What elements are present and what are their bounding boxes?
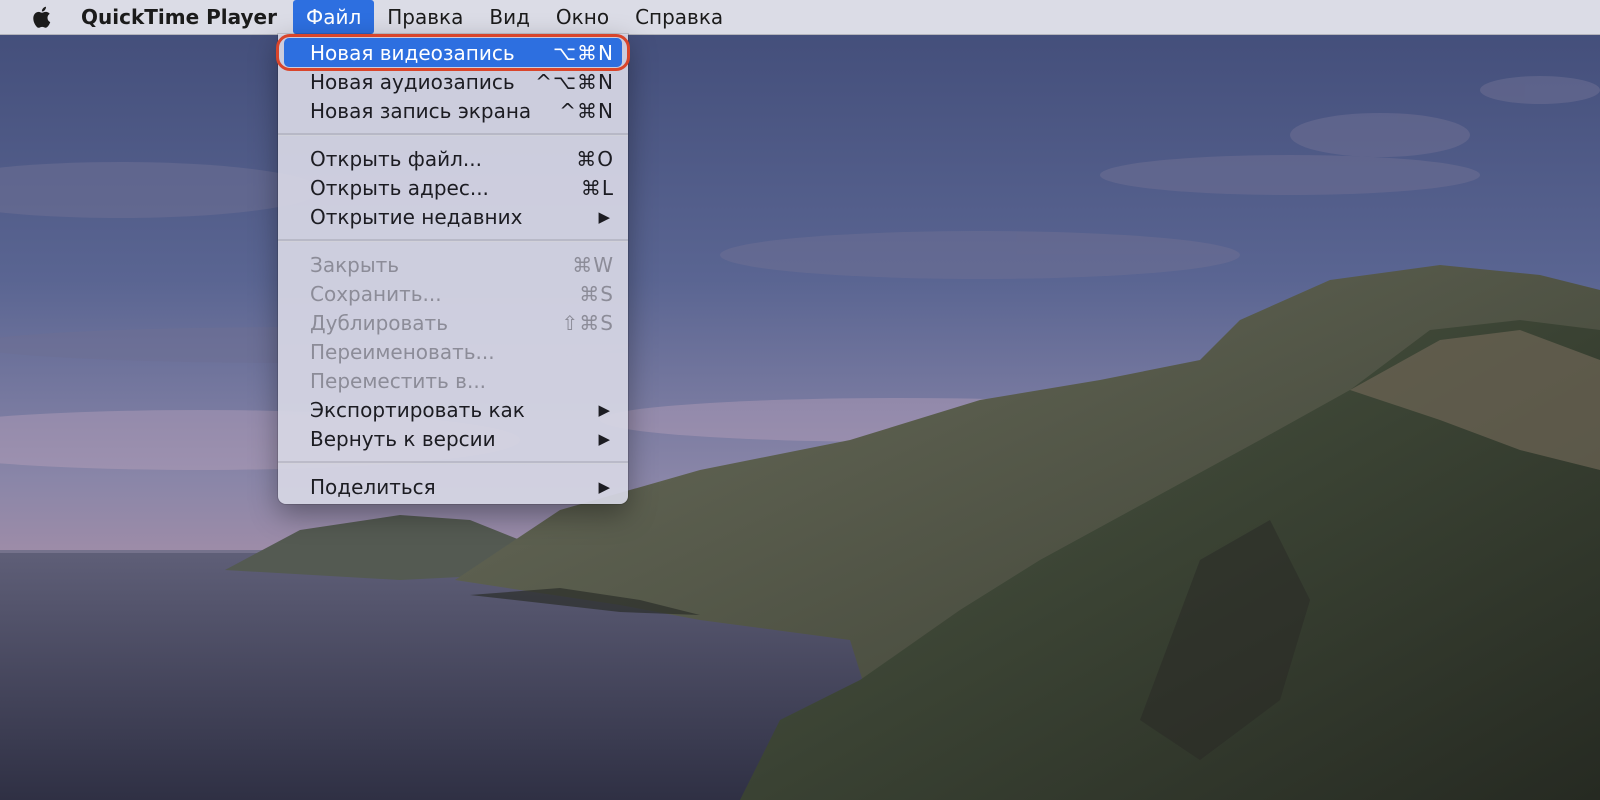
menu-item-label: Открыть файл... [310, 146, 482, 171]
chevron-right-icon: ▶ [598, 429, 610, 448]
menu-item-open-file[interactable]: Открыть файл... ⌘O [278, 144, 628, 173]
menu-item-shortcut: ^⌥⌘N [535, 69, 614, 94]
menu-separator [278, 239, 628, 242]
menu-item-label: Новая аудиозапись [310, 69, 515, 94]
app-name-menu[interactable]: QuickTime Player [77, 5, 277, 29]
chevron-right-icon: ▶ [598, 400, 610, 419]
menu-edit[interactable]: Правка [374, 0, 476, 34]
menu-item-label: Переместить в... [310, 368, 487, 393]
menu-item-label: Сохранить... [310, 281, 442, 306]
menu-item-label: Закрыть [310, 252, 400, 277]
menu-item-label: Поделиться [310, 474, 436, 499]
menu-item-label: Вернуть к версии [310, 426, 496, 451]
menu-item-duplicate: Дублировать ⇧⌘S [278, 308, 628, 337]
menu-item-new-movie-recording[interactable]: Новая видеозапись ⌥⌘N [276, 34, 630, 71]
menu-item-shortcut: ^⌘N [559, 98, 614, 123]
menu-item-new-audio-recording[interactable]: Новая аудиозапись ^⌥⌘N [278, 67, 628, 96]
menu-separator [278, 133, 628, 136]
menu-item-label: Переименовать... [310, 339, 495, 364]
menu-item-label: Новая запись экрана [310, 98, 532, 123]
menu-separator [278, 461, 628, 464]
menu-view[interactable]: Вид [476, 0, 543, 34]
menu-item-shortcut: ⌘L [580, 175, 614, 200]
menu-item-export-as[interactable]: Экспортировать как ▶ [278, 395, 628, 424]
menu-item-rename: Переименовать... [278, 337, 628, 366]
menu-item-new-screen-recording[interactable]: Новая запись экрана ^⌘N [278, 96, 628, 125]
menu-item-label: Открыть адрес... [310, 175, 489, 200]
menu-item-shortcut: ⇧⌘S [561, 310, 614, 335]
menu-window[interactable]: Окно [543, 0, 622, 34]
menu-item-label: Экспортировать как [310, 397, 525, 422]
menu-item-close: Закрыть ⌘W [278, 250, 628, 279]
chevron-right-icon: ▶ [598, 207, 610, 226]
menu-item-open-recent[interactable]: Открытие недавних ▶ [278, 202, 628, 231]
menu-item-shortcut: ⌘S [579, 281, 614, 306]
file-menu-dropdown: Новая видеозапись ⌥⌘N Новая аудиозапись … [276, 34, 630, 504]
menu-item-revert-to[interactable]: Вернуть к версии ▶ [278, 424, 628, 453]
menu-file[interactable]: Файл [292, 0, 375, 34]
chevron-right-icon: ▶ [598, 477, 610, 496]
menu-item-move-to: Переместить в... [278, 366, 628, 395]
menu-item-open-location[interactable]: Открыть адрес... ⌘L [278, 173, 628, 202]
desktop-wallpaper [0, 0, 1600, 800]
menu-item-label: Открытие недавних [310, 204, 523, 229]
menu-item-save: Сохранить... ⌘S [278, 279, 628, 308]
menu-item-shortcut: ⌘O [576, 146, 614, 171]
menu-item-shortcut: ⌥⌘N [552, 40, 614, 65]
menu-help[interactable]: Справка [622, 0, 736, 34]
menu-item-label: Дублировать [310, 310, 448, 335]
menu-item-share[interactable]: Поделиться ▶ [278, 472, 628, 501]
menu-item-shortcut: ⌘W [572, 252, 614, 277]
menu-bar: QuickTime Player Файл Правка Вид Окно Сп… [0, 0, 1600, 35]
menu-item-label: Новая видеозапись [310, 40, 515, 65]
apple-logo-icon[interactable] [31, 5, 53, 29]
